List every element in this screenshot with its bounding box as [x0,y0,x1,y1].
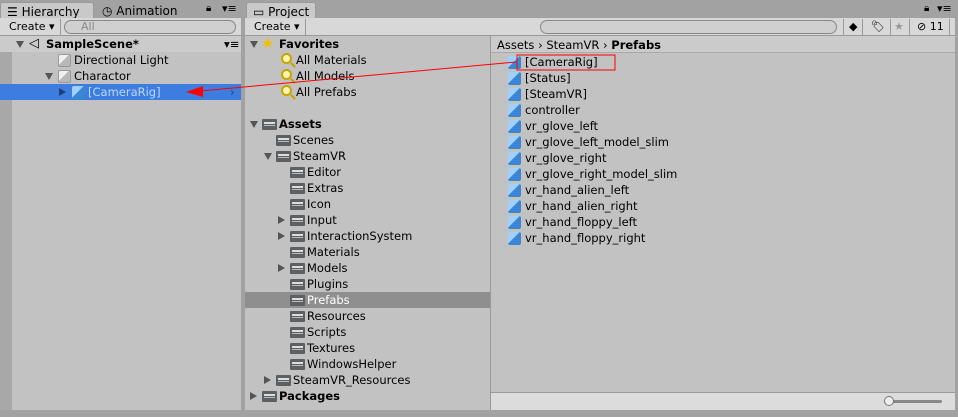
annotation-arrow-head [186,86,203,97]
annotation-highlight-box [516,54,616,71]
annotation-overlay [186,54,616,97]
annotation-arrow-line [199,61,517,92]
